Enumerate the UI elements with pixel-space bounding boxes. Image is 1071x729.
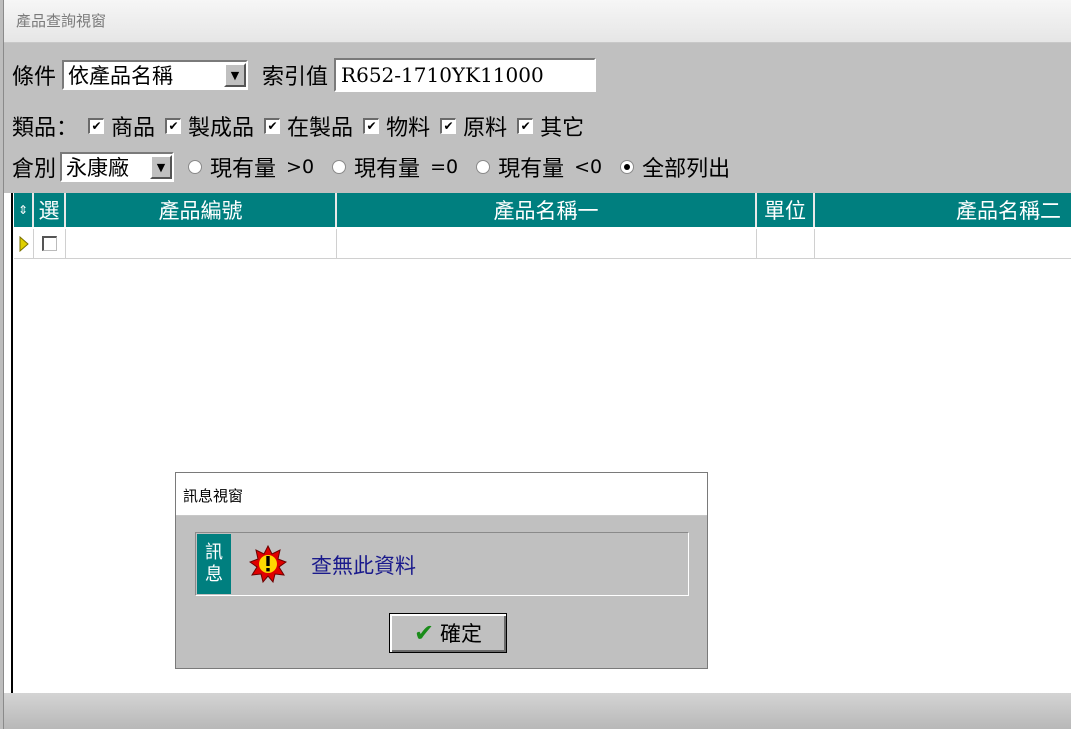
cell-product-code[interactable]: [66, 229, 337, 259]
checkbox-wip[interactable]: ✔: [264, 118, 281, 134]
radio-qty-positive[interactable]: [188, 160, 203, 174]
warehouse-label: 倉別: [12, 157, 57, 182]
radio-qty-zero[interactable]: [332, 160, 347, 174]
dialog-title: 訊息視窗: [183, 487, 244, 505]
category-wip: 在製品: [287, 116, 354, 141]
category-label: 類品：: [12, 116, 79, 141]
header-unit[interactable]: 單位: [757, 193, 815, 227]
warehouse-select[interactable]: 永康廠 ▼: [60, 152, 175, 182]
checkbox-merchandise[interactable]: ✔: [88, 118, 105, 134]
option-list-all-label: 全部列出: [642, 157, 731, 182]
message-tag-line1: 訊: [205, 542, 223, 563]
checkbox-raw[interactable]: ✔: [440, 118, 457, 134]
category-other: 其它: [540, 116, 585, 141]
option-qty-positive-label: 現有量: [210, 157, 277, 182]
option-qty-zero-label: 現有量: [354, 157, 421, 182]
condition-label: 條件: [12, 65, 57, 90]
checkbox-other[interactable]: ✔: [517, 118, 534, 134]
header-select[interactable]: 選: [34, 193, 66, 227]
window-title: 產品查詢視窗: [16, 12, 107, 30]
header-product-name-2[interactable]: 產品名稱二: [815, 193, 1071, 227]
checkmark-icon: ✔: [413, 619, 435, 647]
dialog-message: 查無此資料: [311, 554, 416, 578]
warehouse-row: 倉別 永康廠 ▼ 現有量 >0 現有量 =0 現有量 <0 全部列出: [12, 151, 730, 183]
row-sort-icon[interactable]: ⇕: [14, 193, 34, 227]
warehouse-value: 永康廠: [66, 156, 130, 180]
cell-product-name-1[interactable]: [337, 229, 757, 259]
index-label: 索引值: [262, 65, 329, 90]
ok-button[interactable]: ✔ 確定: [389, 613, 507, 653]
message-tag: 訊 息: [197, 534, 231, 594]
dropdown-arrow-icon[interactable]: ▼: [150, 155, 173, 179]
message-tag-line2: 息: [205, 564, 223, 585]
ok-button-label: 確定: [440, 622, 483, 646]
checkbox-finished-goods[interactable]: ✔: [165, 118, 182, 134]
condition-select[interactable]: 依產品名稱 ▼: [62, 60, 249, 90]
condition-value: 依產品名稱: [68, 64, 174, 88]
option-qty-positive-cond: >0: [286, 156, 315, 178]
header-product-name-1[interactable]: 產品名稱一: [337, 193, 757, 227]
option-qty-zero-cond: =0: [430, 156, 459, 178]
header-product-code[interactable]: 產品編號: [66, 193, 337, 227]
index-value-input[interactable]: R652-1710YK11000: [334, 58, 597, 92]
category-materials: 物料: [386, 116, 431, 141]
filter-panel: 條件 依產品名稱 ▼ 索引值 R652-1710YK11000 類品： ✔ 商品 …: [4, 43, 1071, 193]
message-dialog: 訊息視窗 訊 息 查無此資料 ✔ 確定: [175, 472, 708, 669]
checkbox-materials[interactable]: ✔: [363, 118, 380, 134]
category-raw: 原料: [463, 116, 508, 141]
dialog-title-bar: 訊息視窗: [176, 473, 707, 516]
current-row-pointer-icon: [14, 229, 34, 259]
title-bar: 產品查詢視窗: [4, 0, 1071, 43]
option-qty-negative-label: 現有量: [498, 157, 565, 182]
option-qty-negative-cond: <0: [574, 156, 603, 178]
row-select-checkbox[interactable]: [34, 229, 66, 259]
category-finished-goods: 製成品: [188, 116, 255, 141]
cell-unit[interactable]: [757, 229, 815, 259]
warning-burst-icon: [249, 545, 287, 583]
dropdown-arrow-icon[interactable]: ▼: [224, 63, 247, 87]
radio-qty-negative[interactable]: [476, 160, 491, 174]
bottom-toolbar: [4, 693, 1071, 729]
message-box: 訊 息 查無此資料: [195, 532, 689, 596]
radio-list-all[interactable]: [620, 160, 635, 174]
cell-product-name-2[interactable]: [815, 229, 1071, 259]
grid-left-border: [11, 193, 13, 693]
category-merchandise: 商品: [111, 116, 156, 141]
category-row: 類品： ✔ 商品 ✔ 製成品 ✔ 在製品 ✔ 物料 ✔ 原料 ✔ 其它: [12, 110, 584, 142]
criteria-row: 條件 依產品名稱 ▼ 索引值 R652-1710YK11000: [12, 58, 597, 92]
